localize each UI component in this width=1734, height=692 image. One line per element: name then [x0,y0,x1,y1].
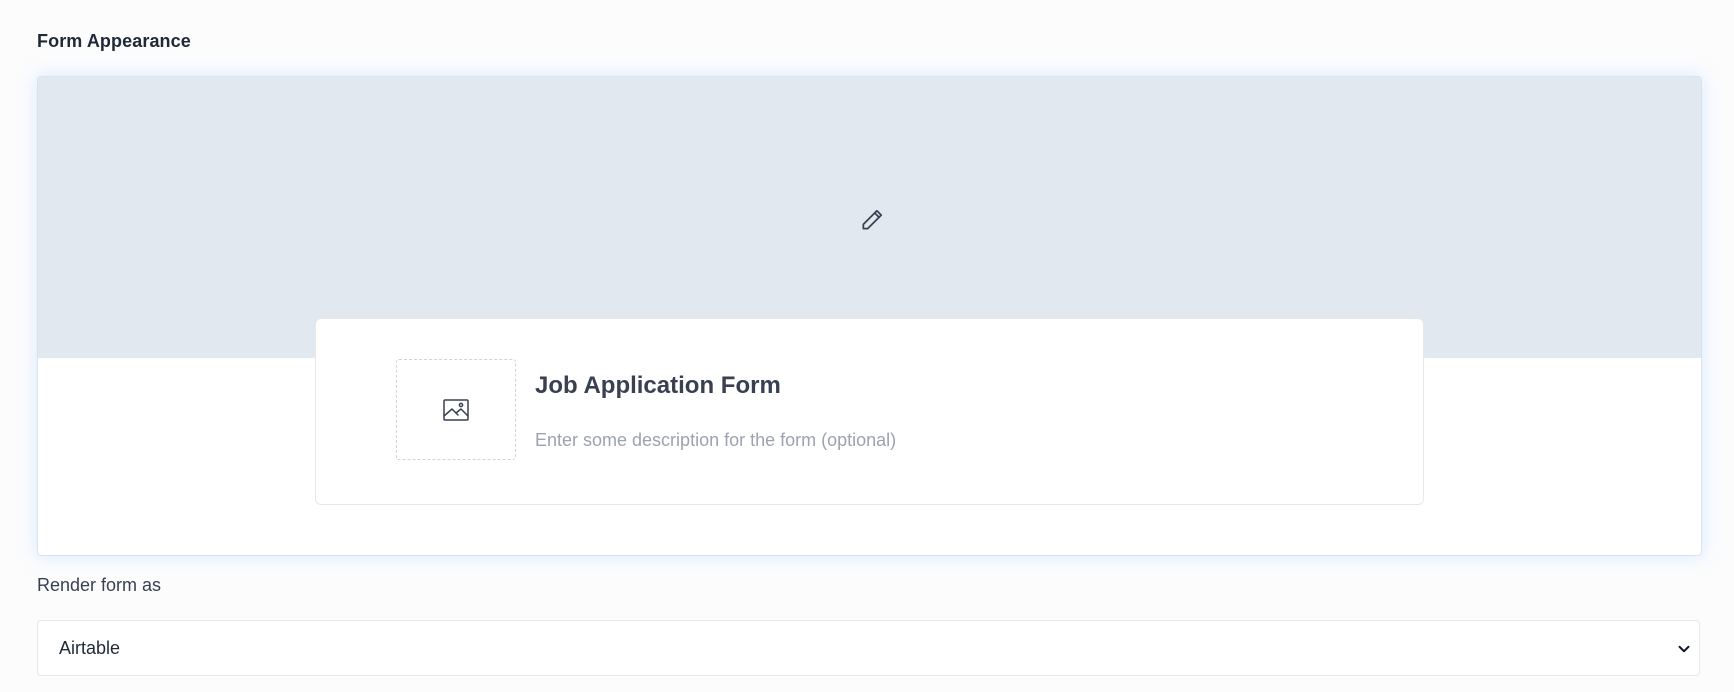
render-form-select[interactable]: Airtable [37,620,1700,676]
render-form-selected-value: Airtable [59,638,121,658]
chevron-down-icon [1678,645,1690,653]
image-icon [443,398,469,421]
cover-image-area[interactable] [38,77,1701,358]
form-title[interactable]: Job Application Form [535,372,781,400]
form-description-placeholder[interactable]: Enter some description for the form (opt… [535,430,896,451]
render-form-label: Render form as [37,575,162,595]
pencil-icon [862,209,883,230]
form-settings-page: Form Appearance Job Application Form Ent… [0,0,1734,692]
section-title: Form Appearance [37,31,191,51]
logo-upload-area[interactable] [396,359,516,460]
form-header-card: Job Application Form Enter some descript… [315,318,1424,505]
form-appearance-preview: Job Application Form Enter some descript… [37,76,1702,556]
edit-cover-button[interactable] [854,202,890,238]
